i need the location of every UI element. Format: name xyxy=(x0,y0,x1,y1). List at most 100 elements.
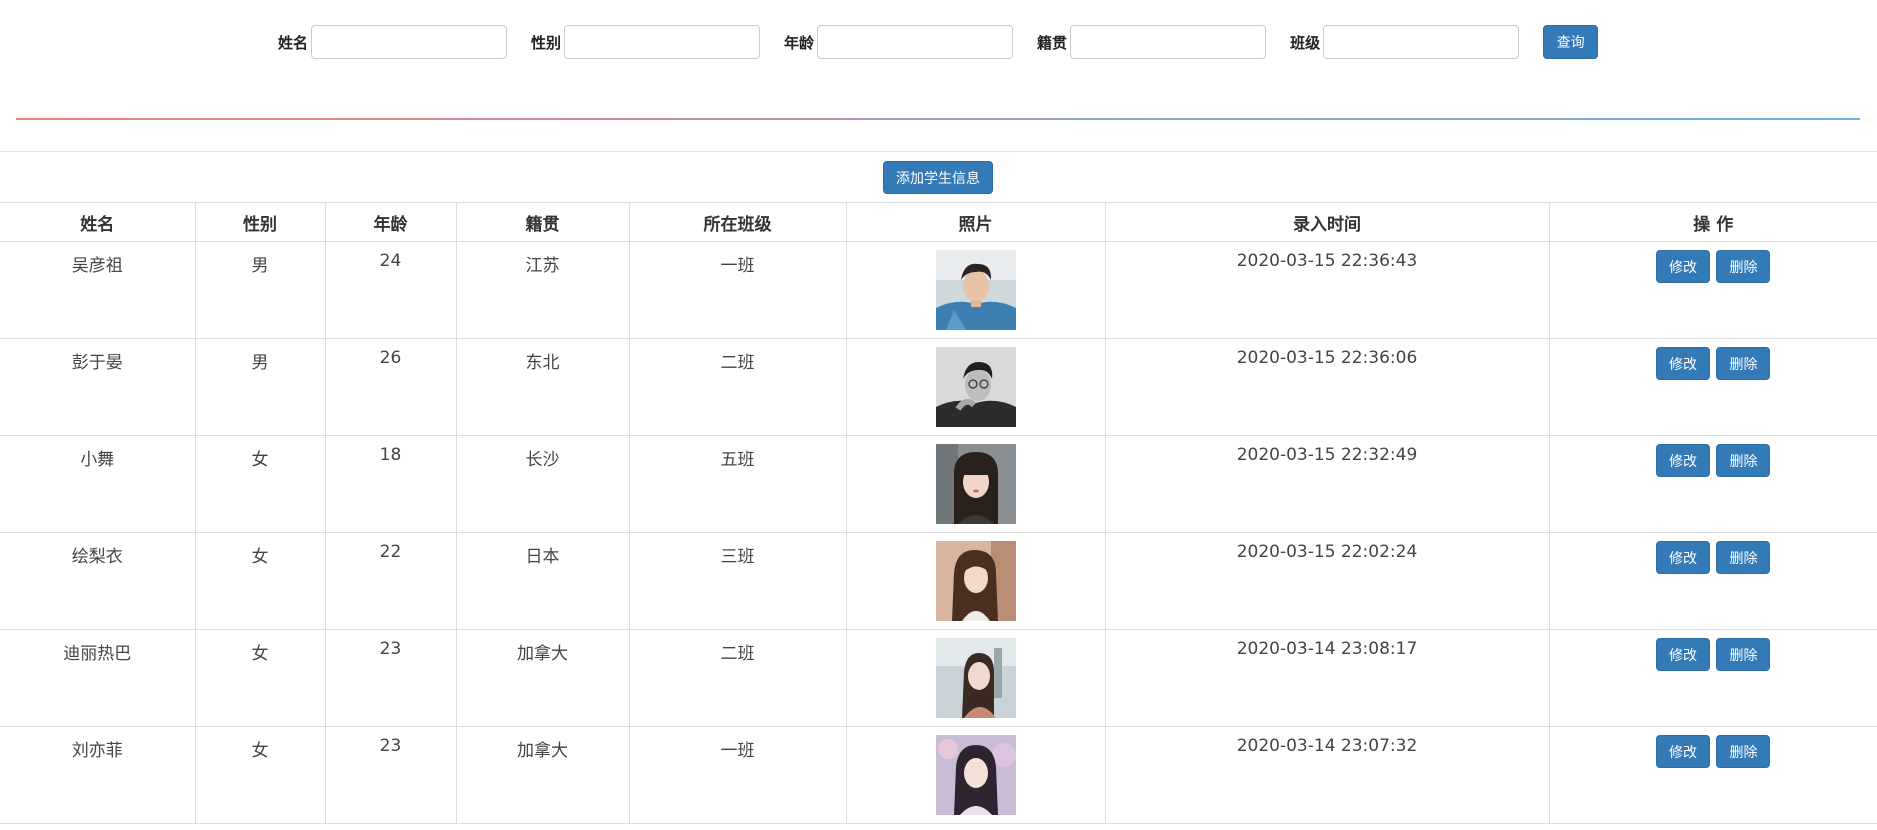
cell-operations: 修改 删除 xyxy=(1548,726,1877,824)
delete-button[interactable]: 删除 xyxy=(1716,541,1771,574)
cell-origin: 东北 xyxy=(455,338,630,436)
age-input[interactable] xyxy=(817,25,1014,59)
table-row: 绘梨衣 女 22 日本 三班 2020-03-15 22:02:24 修改 删除 xyxy=(0,532,1877,630)
delete-button[interactable]: 删除 xyxy=(1716,638,1771,671)
search-label-origin: 籍贯 xyxy=(1037,33,1068,52)
cell-name: 刘亦菲 xyxy=(0,726,196,824)
gradient-divider xyxy=(16,118,1860,120)
student-photo xyxy=(935,735,1016,815)
search-label-gender: 性别 xyxy=(531,33,562,52)
header-gender: 性别 xyxy=(194,202,326,242)
class-input[interactable] xyxy=(1323,25,1520,59)
cell-name: 迪丽热巴 xyxy=(0,629,196,727)
header-time: 录入时间 xyxy=(1104,202,1550,242)
delete-button[interactable]: 删除 xyxy=(1716,347,1771,380)
gender-input[interactable] xyxy=(564,25,761,59)
header-class: 所在班级 xyxy=(628,202,847,242)
table-row: 彭于晏 男 26 东北 二班 2020-03-15 22:36:06 修改 删除 xyxy=(0,338,1877,436)
cell-photo xyxy=(845,629,1106,727)
cell-class: 二班 xyxy=(628,629,847,727)
cell-class: 二班 xyxy=(628,338,847,436)
cell-age: 18 xyxy=(324,435,457,533)
header-origin: 籍贯 xyxy=(455,202,630,242)
edit-button[interactable]: 修改 xyxy=(1656,347,1711,380)
cell-time: 2020-03-15 22:36:06 xyxy=(1104,338,1550,436)
student-photo xyxy=(935,444,1016,524)
student-photo xyxy=(935,541,1016,621)
cell-age: 22 xyxy=(324,532,457,630)
student-table: 姓名 性别 年龄 籍贯 所在班级 照片 录入时间 操 作 吴彦祖 男 24 江苏… xyxy=(0,202,1877,824)
cell-age: 23 xyxy=(324,629,457,727)
cell-class: 三班 xyxy=(628,532,847,630)
delete-button[interactable]: 删除 xyxy=(1716,444,1771,477)
cell-operations: 修改 删除 xyxy=(1548,435,1877,533)
student-photo xyxy=(935,347,1016,427)
cell-origin: 日本 xyxy=(455,532,630,630)
cell-gender: 男 xyxy=(194,338,326,436)
header-age: 年龄 xyxy=(324,202,457,242)
table-row: 刘亦菲 女 23 加拿大 一班 2020-03-14 23:07:32 修改 删… xyxy=(0,726,1877,824)
cell-age: 24 xyxy=(324,241,457,339)
search-field-name: 姓名 xyxy=(278,25,508,59)
cell-gender: 男 xyxy=(194,241,326,339)
cell-time: 2020-03-15 22:32:49 xyxy=(1104,435,1550,533)
search-label-class: 班级 xyxy=(1290,33,1321,52)
search-field-age: 年龄 xyxy=(784,25,1014,59)
cell-name: 小舞 xyxy=(0,435,196,533)
search-field-class: 班级 xyxy=(1290,25,1520,59)
cell-operations: 修改 删除 xyxy=(1548,532,1877,630)
delete-button[interactable]: 删除 xyxy=(1716,735,1771,768)
edit-button[interactable]: 修改 xyxy=(1656,444,1711,477)
search-bar: 姓名 性别 年龄 籍贯 班级 查询 xyxy=(278,25,1599,59)
cell-age: 23 xyxy=(324,726,457,824)
cell-class: 一班 xyxy=(628,726,847,824)
query-button[interactable]: 查询 xyxy=(1543,25,1599,59)
cell-gender: 女 xyxy=(194,726,326,824)
table-row: 小舞 女 18 长沙 五班 2020-03-15 22:32:49 修改 删除 xyxy=(0,435,1877,533)
cell-time: 2020-03-14 23:07:32 xyxy=(1104,726,1550,824)
cell-time: 2020-03-15 22:02:24 xyxy=(1104,532,1550,630)
header-operations: 操 作 xyxy=(1548,202,1877,242)
table-header-row: 姓名 性别 年龄 籍贯 所在班级 照片 录入时间 操 作 xyxy=(0,202,1877,242)
cell-origin: 长沙 xyxy=(455,435,630,533)
student-photo xyxy=(935,250,1016,330)
header-name: 姓名 xyxy=(0,202,196,242)
cell-operations: 修改 删除 xyxy=(1548,241,1877,339)
search-label-age: 年龄 xyxy=(784,33,815,52)
header-photo: 照片 xyxy=(845,202,1106,242)
cell-operations: 修改 删除 xyxy=(1548,338,1877,436)
cell-origin: 江苏 xyxy=(455,241,630,339)
edit-button[interactable]: 修改 xyxy=(1656,735,1711,768)
cell-class: 一班 xyxy=(628,241,847,339)
cell-name: 彭于晏 xyxy=(0,338,196,436)
cell-gender: 女 xyxy=(194,435,326,533)
edit-button[interactable]: 修改 xyxy=(1656,638,1711,671)
cell-age: 26 xyxy=(324,338,457,436)
section-divider xyxy=(0,151,1877,152)
student-photo xyxy=(935,638,1016,718)
cell-time: 2020-03-14 23:08:17 xyxy=(1104,629,1550,727)
add-student-button[interactable]: 添加学生信息 xyxy=(883,161,993,194)
cell-photo xyxy=(845,241,1106,339)
cell-gender: 女 xyxy=(194,629,326,727)
cell-name: 吴彦祖 xyxy=(0,241,196,339)
search-field-origin: 籍贯 xyxy=(1037,25,1267,59)
edit-button[interactable]: 修改 xyxy=(1656,250,1711,283)
cell-origin: 加拿大 xyxy=(455,629,630,727)
cell-gender: 女 xyxy=(194,532,326,630)
cell-class: 五班 xyxy=(628,435,847,533)
delete-button[interactable]: 删除 xyxy=(1716,250,1771,283)
cell-origin: 加拿大 xyxy=(455,726,630,824)
cell-photo xyxy=(845,435,1106,533)
name-input[interactable] xyxy=(311,25,508,59)
search-field-gender: 性别 xyxy=(531,25,761,59)
table-row: 迪丽热巴 女 23 加拿大 二班 2020-03-14 23:08:17 修改 … xyxy=(0,629,1877,727)
search-label-name: 姓名 xyxy=(278,33,309,52)
cell-photo xyxy=(845,532,1106,630)
table-row: 吴彦祖 男 24 江苏 一班 2020-03-15 22:36:43 修改 删除 xyxy=(0,241,1877,339)
cell-photo xyxy=(845,338,1106,436)
edit-button[interactable]: 修改 xyxy=(1656,541,1711,574)
origin-input[interactable] xyxy=(1070,25,1267,59)
cell-time: 2020-03-15 22:36:43 xyxy=(1104,241,1550,339)
cell-operations: 修改 删除 xyxy=(1548,629,1877,727)
